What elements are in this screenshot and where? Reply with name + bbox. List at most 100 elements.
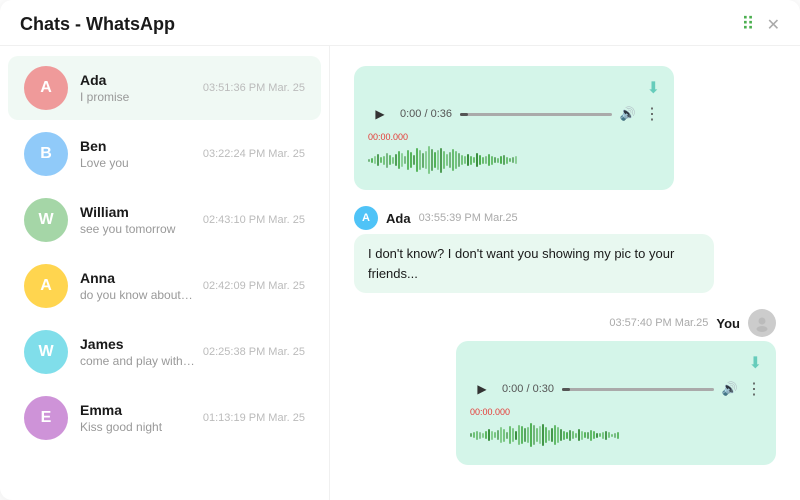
audio-time-1: 0:00 / 0:36 bbox=[400, 108, 452, 120]
waveform-bar bbox=[419, 150, 421, 170]
waveform-bar bbox=[395, 154, 397, 166]
more-icon-1[interactable]: ⋮ bbox=[644, 104, 660, 124]
waveform-bar bbox=[431, 149, 433, 171]
sidebar-chat-item-william[interactable]: W William see you tomorrow 02:43:10 PM M… bbox=[8, 188, 321, 252]
waveform-bar bbox=[566, 432, 568, 439]
waveform-bar bbox=[530, 423, 532, 447]
waveform-bar bbox=[464, 156, 466, 164]
message-bubble-incoming: I don't know? I don't want you showing m… bbox=[354, 234, 714, 293]
waveform-bar bbox=[512, 157, 514, 163]
user-avatar bbox=[748, 309, 776, 337]
waveform-bar bbox=[488, 154, 490, 166]
waveform-bar bbox=[461, 155, 463, 165]
waveform-bar bbox=[458, 153, 460, 167]
waveform-bar bbox=[587, 432, 589, 439]
waveform-bar bbox=[509, 426, 511, 444]
waveform-bar bbox=[515, 431, 517, 440]
waveform-bar bbox=[494, 157, 496, 163]
waveform-bar bbox=[407, 150, 409, 170]
waveform-bar bbox=[473, 432, 475, 438]
avatar-ada: A bbox=[24, 66, 68, 110]
waveform-bar bbox=[392, 157, 394, 164]
waveform-bar bbox=[473, 157, 475, 163]
sender-name: Ada bbox=[386, 211, 411, 226]
waveform-bar bbox=[605, 431, 607, 440]
waveform-bar bbox=[608, 432, 610, 438]
waveform-2 bbox=[470, 419, 762, 451]
more-icon-2[interactable]: ⋮ bbox=[746, 379, 762, 399]
waveform-bar bbox=[488, 429, 490, 441]
waveform-bar bbox=[581, 431, 583, 440]
waveform-bar bbox=[425, 151, 427, 169]
waveform-bar bbox=[578, 429, 580, 441]
chat-info-emma: Emma Kiss good night bbox=[80, 402, 195, 434]
play-button-2[interactable]: ▶ bbox=[470, 377, 494, 401]
outgoing-message-meta: 03:57:40 PM Mar.25 You bbox=[609, 309, 776, 337]
waveform-bar bbox=[371, 158, 373, 163]
title-bar: Chats - WhatsApp ⠿ ✕ bbox=[0, 0, 800, 46]
chat-preview-emma: Kiss good night bbox=[80, 420, 195, 434]
waveform-bar bbox=[482, 157, 484, 164]
chat-preview-william: see you tomorrow bbox=[80, 222, 195, 236]
waveform-bar bbox=[494, 432, 496, 438]
play-button-1[interactable]: ▶ bbox=[368, 102, 392, 126]
waveform-bar bbox=[533, 425, 535, 445]
waveform-bar bbox=[527, 427, 529, 443]
waveform-bar bbox=[596, 433, 598, 438]
volume-icon-2[interactable]: 🔊 bbox=[722, 381, 738, 397]
title-actions: ⠿ ✕ bbox=[741, 14, 780, 35]
audio-player-2: ⬇ ▶ 0:00 / 0:30 🔊 ⋮ 00:00.000 bbox=[456, 341, 776, 465]
outgoing-audio-message: 03:57:40 PM Mar.25 You ⬇ ▶ 0:00 / bbox=[354, 309, 776, 465]
waveform-bar bbox=[500, 156, 502, 164]
waveform-bar bbox=[554, 425, 556, 445]
sidebar-chat-item-emma[interactable]: E Emma Kiss good night 01:13:19 PM Mar. … bbox=[8, 386, 321, 450]
download-icon-1[interactable]: ⬇ bbox=[368, 78, 660, 98]
sidebar-chat-item-anna[interactable]: A Anna do you know about that 02:42:09 P… bbox=[8, 254, 321, 318]
app-window: Chats - WhatsApp ⠿ ✕ A Ada I promise 03:… bbox=[0, 0, 800, 500]
waveform-bar bbox=[380, 157, 382, 163]
chat-time-james: 02:25:38 PM Mar. 25 bbox=[203, 346, 305, 358]
avatar-william: W bbox=[24, 198, 68, 242]
volume-icon-1[interactable]: 🔊 bbox=[620, 106, 636, 122]
waveform-timestamp-1: 00:00.000 bbox=[368, 132, 660, 142]
waveform-bar bbox=[377, 154, 379, 166]
waveform-bar bbox=[614, 433, 616, 438]
audio-controls-2: ▶ 0:00 / 0:30 🔊 ⋮ bbox=[470, 377, 762, 401]
waveform-bar bbox=[476, 431, 478, 440]
main-content: A Ada I promise 03:51:36 PM Mar. 25 B Be… bbox=[0, 46, 800, 500]
chat-info-james: James come and play with me bbox=[80, 336, 195, 368]
waveform-bar bbox=[413, 155, 415, 165]
waveform-bar bbox=[416, 148, 418, 172]
waveform-bar bbox=[497, 158, 499, 163]
chat-name-ada: Ada bbox=[80, 72, 195, 88]
sidebar-chat-item-ben[interactable]: B Ben Love you 03:22:24 PM Mar. 25 bbox=[8, 122, 321, 186]
avatar-ben: B bbox=[24, 132, 68, 176]
waveform-bar bbox=[575, 433, 577, 438]
audio-player-1: ⬇ ▶ 0:00 / 0:36 🔊 ⋮ 00:00.000 bbox=[354, 66, 674, 190]
waveform-bar bbox=[482, 433, 484, 438]
waveform-bar bbox=[593, 431, 595, 439]
waveform-bar bbox=[479, 155, 481, 165]
waveform-bar bbox=[437, 150, 439, 170]
audio-progress-bar-1[interactable] bbox=[460, 113, 612, 116]
avatar-james: W bbox=[24, 330, 68, 374]
waveform-bar bbox=[506, 157, 508, 164]
sidebar-chat-item-ada[interactable]: A Ada I promise 03:51:36 PM Mar. 25 bbox=[8, 56, 321, 120]
grid-icon[interactable]: ⠿ bbox=[741, 14, 754, 35]
chat-name-ben: Ben bbox=[80, 138, 195, 154]
waveform-bar bbox=[446, 154, 448, 166]
waveform-bar bbox=[404, 156, 406, 164]
waveform-bar bbox=[401, 153, 403, 167]
waveform-1 bbox=[368, 144, 660, 176]
waveform-bar bbox=[551, 428, 553, 442]
sender-avatar: A bbox=[354, 206, 378, 230]
download-icon-2[interactable]: ⬇ bbox=[470, 353, 762, 373]
close-icon[interactable]: ✕ bbox=[767, 15, 780, 35]
waveform-bar bbox=[485, 156, 487, 164]
sidebar-chat-item-james[interactable]: W James come and play with me 02:25:38 P… bbox=[8, 320, 321, 384]
waveform-bar bbox=[398, 151, 400, 169]
waveform-bar bbox=[497, 430, 499, 440]
chat-time-emma: 01:13:19 PM Mar. 25 bbox=[203, 412, 305, 424]
waveform-bar bbox=[548, 430, 550, 441]
audio-progress-bar-2[interactable] bbox=[562, 388, 714, 391]
